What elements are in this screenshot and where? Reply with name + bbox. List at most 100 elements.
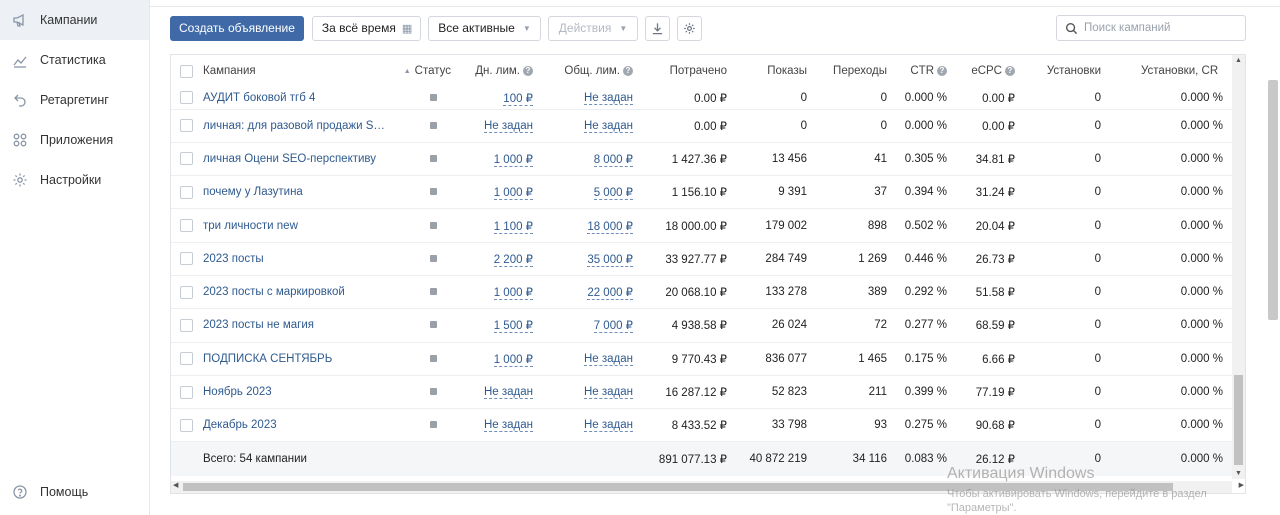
- total-limit-link[interactable]: 22 000 ₽: [587, 287, 633, 301]
- scroll-down-icon[interactable]: ▼: [1235, 470, 1242, 477]
- total-limit-link[interactable]: Не задан: [583, 386, 633, 400]
- scroll-thumb[interactable]: [1234, 375, 1243, 465]
- day-limit-link[interactable]: 100 ₽: [503, 92, 533, 106]
- campaign-name[interactable]: 2023 посты с маркировкой: [195, 275, 397, 310]
- shows-cell: 284 749: [737, 242, 817, 276]
- col-total-limit[interactable]: Общ. лим.?: [543, 55, 643, 87]
- col-campaign[interactable]: Кампания: [195, 55, 397, 87]
- scroll-thumb[interactable]: [183, 483, 1173, 491]
- table-row[interactable]: 2023 посты с маркировкой 1 000 ₽ 22 000 …: [171, 275, 1233, 310]
- table-row[interactable]: 2023 посты не магия 1 500 ₽ 7 000 ₽ 4 93…: [171, 308, 1233, 343]
- sidebar-item-apps[interactable]: Приложения: [0, 120, 149, 160]
- row-checkbox[interactable]: [179, 219, 193, 233]
- scroll-up-icon[interactable]: ▲: [1235, 57, 1242, 64]
- total-limit-link[interactable]: Не задан: [583, 91, 633, 105]
- table-row[interactable]: Декабрь 2023 Не задан Не задан 8 433.52 …: [171, 408, 1233, 443]
- row-checkbox[interactable]: [179, 185, 193, 199]
- search-input[interactable]: [1084, 22, 1234, 34]
- table-settings-button[interactable]: [677, 15, 703, 41]
- campaign-name[interactable]: ПОДПИСКА СЕНТЯБРЬ: [195, 342, 397, 376]
- day-limit-link[interactable]: 2 200 ₽: [493, 253, 533, 267]
- select-all-checkbox[interactable]: [179, 64, 193, 78]
- table-horizontal-scrollbar[interactable]: ◀ ▶: [171, 481, 1244, 493]
- help-icon[interactable]: ?: [1005, 66, 1015, 76]
- day-limit-link[interactable]: 1 000 ₽: [493, 287, 533, 301]
- campaign-name[interactable]: 2023 посты не магия: [195, 308, 397, 343]
- campaign-name[interactable]: личная Оцени SEO-перспективу: [195, 142, 397, 177]
- sidebar-item-campaigns[interactable]: Кампании: [0, 0, 149, 40]
- create-ad-button[interactable]: Создать объявление: [170, 15, 304, 41]
- sidebar-item-settings[interactable]: Настройки: [0, 160, 149, 200]
- table-row[interactable]: 2023 посты 2 200 ₽ 35 000 ₽ 33 927.77 ₽ …: [171, 242, 1233, 276]
- actions-dropdown[interactable]: Действия ▼: [547, 15, 639, 41]
- campaign-name[interactable]: Декабрь 2023: [195, 408, 397, 443]
- col-day-limit[interactable]: Дн. лим.?: [455, 55, 543, 87]
- installs-cell: 0: [1025, 175, 1111, 210]
- day-limit-link[interactable]: 1 000 ₽: [493, 187, 533, 201]
- total-limit-link[interactable]: 5 000 ₽: [593, 187, 633, 201]
- total-limit-link[interactable]: Не задан: [583, 419, 633, 433]
- row-checkbox[interactable]: [179, 91, 193, 105]
- day-limit-link[interactable]: 1 000 ₽: [493, 153, 533, 167]
- day-limit-link[interactable]: Не задан: [483, 419, 533, 433]
- col-ctr[interactable]: CTR?: [897, 55, 957, 87]
- col-installs[interactable]: Установки: [1025, 55, 1111, 87]
- col-shows[interactable]: Показы: [737, 55, 817, 87]
- col-ecpc[interactable]: eCPC?: [957, 55, 1025, 87]
- day-limit-link[interactable]: 1 500 ₽: [493, 320, 533, 334]
- sidebar-item-statistics[interactable]: Статистика: [0, 40, 149, 80]
- day-limit-cell: 2 200 ₽: [455, 242, 543, 276]
- total-limit-link[interactable]: 8 000 ₽: [593, 153, 633, 167]
- total-limit-link[interactable]: Не задан: [583, 352, 633, 366]
- table-row[interactable]: АУДИТ боковой тгб 4 100 ₽ Не задан 0.00 …: [171, 87, 1233, 110]
- campaign-name[interactable]: АУДИТ боковой тгб 4: [195, 87, 397, 110]
- col-installs-cr[interactable]: Установки, CR: [1111, 55, 1233, 87]
- table-vertical-scrollbar[interactable]: ▲ ▼: [1232, 55, 1245, 479]
- help-icon[interactable]: ?: [937, 66, 947, 76]
- day-limit-link[interactable]: Не задан: [483, 386, 533, 400]
- col-clicks[interactable]: Переходы: [817, 55, 897, 87]
- total-limit-link[interactable]: Не задан: [583, 119, 633, 133]
- status-filter-dropdown[interactable]: Все активные ▼: [428, 15, 541, 41]
- sidebar-item-retargeting[interactable]: Ретаргетинг: [0, 80, 149, 120]
- scroll-left-icon[interactable]: ◀: [173, 481, 178, 489]
- total-limit-link[interactable]: 18 000 ₽: [587, 220, 633, 234]
- table-row[interactable]: три личности new 1 100 ₽ 18 000 ₽ 18 000…: [171, 208, 1233, 243]
- row-checkbox[interactable]: [179, 152, 193, 166]
- day-limit-cell: 100 ₽: [455, 87, 543, 110]
- campaign-name[interactable]: Ноябрь 2023: [195, 375, 397, 410]
- total-limit-link[interactable]: 35 000 ₽: [587, 253, 633, 267]
- campaign-name[interactable]: личная: для разовой продажи SEO ...: [195, 109, 397, 143]
- row-checkbox[interactable]: [179, 418, 193, 432]
- campaign-name[interactable]: 2023 посты: [195, 242, 397, 276]
- col-status[interactable]: ▲ Статус: [397, 55, 455, 87]
- row-checkbox[interactable]: [179, 285, 193, 299]
- sidebar-item-help[interactable]: Помощь: [0, 472, 150, 512]
- day-limit-link[interactable]: 1 000 ₽: [493, 353, 533, 367]
- row-checkbox[interactable]: [179, 119, 193, 133]
- installs-cell: 0: [1025, 308, 1111, 343]
- table-row[interactable]: личная: для разовой продажи SEO ... Не з…: [171, 109, 1233, 143]
- period-dropdown[interactable]: За всё время ▦: [311, 15, 422, 41]
- table-row[interactable]: личная Оцени SEO-перспективу 1 000 ₽ 8 0…: [171, 142, 1233, 177]
- page-scrollbar[interactable]: [1268, 80, 1278, 320]
- table-row[interactable]: ПОДПИСКА СЕНТЯБРЬ 1 000 ₽ Не задан 9 770…: [171, 342, 1233, 376]
- row-checkbox[interactable]: [179, 352, 193, 366]
- row-checkbox[interactable]: [179, 385, 193, 399]
- day-limit-link[interactable]: 1 100 ₽: [493, 220, 533, 234]
- row-checkbox[interactable]: [179, 252, 193, 266]
- download-button[interactable]: [645, 15, 671, 41]
- day-limit-link[interactable]: Не задан: [483, 119, 533, 133]
- col-spent[interactable]: Потрачено: [643, 55, 737, 87]
- total-limit-link[interactable]: 7 000 ₽: [593, 320, 633, 334]
- help-icon[interactable]: ?: [523, 66, 533, 76]
- row-checkbox[interactable]: [179, 318, 193, 332]
- campaign-name[interactable]: три личности new: [195, 208, 397, 243]
- help-icon[interactable]: ?: [623, 66, 633, 76]
- table-row[interactable]: почему у Лазутина 1 000 ₽ 5 000 ₽ 1 156.…: [171, 175, 1233, 210]
- campaign-search[interactable]: [1056, 15, 1246, 41]
- chevron-down-icon: ▼: [619, 23, 628, 33]
- campaign-name[interactable]: почему у Лазутина: [195, 175, 397, 210]
- table-row[interactable]: Ноябрь 2023 Не задан Не задан 16 287.12 …: [171, 375, 1233, 410]
- scroll-right-icon[interactable]: ▶: [1239, 481, 1244, 489]
